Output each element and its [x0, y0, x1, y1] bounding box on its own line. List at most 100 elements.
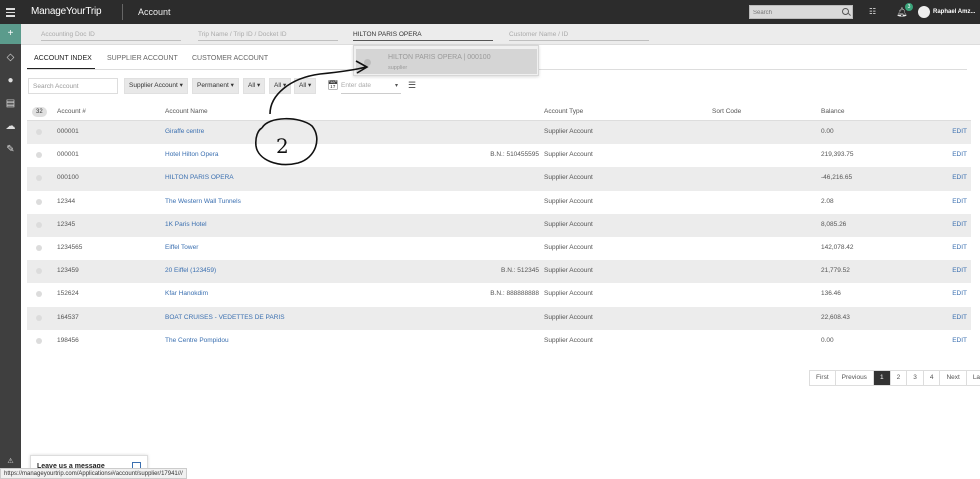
autocomplete-option-title: HILTON PARIS OPERA | 000100: [388, 54, 491, 61]
edit-link[interactable]: EDIT: [952, 290, 967, 297]
accounts-table: 32 Account # Account Name Account Type S…: [27, 104, 971, 353]
page-3[interactable]: 3: [907, 371, 924, 385]
account-name-link[interactable]: 1K Paris Hotel: [165, 221, 207, 228]
columns-icon[interactable]: ☰: [408, 80, 416, 91]
customer-input[interactable]: [509, 29, 649, 40]
edit-link[interactable]: EDIT: [952, 198, 967, 205]
user-name[interactable]: Raphael Amz...: [933, 9, 975, 15]
document-icon[interactable]: ▤: [0, 94, 21, 114]
edit-link[interactable]: EDIT: [952, 128, 967, 135]
tab-supplier-account[interactable]: SUPPLIER ACCOUNT: [107, 50, 178, 70]
account-type: Supplier Account: [544, 336, 593, 344]
filter-dropdown-1[interactable]: All ▾: [243, 78, 266, 94]
edit-link[interactable]: EDIT: [952, 244, 967, 251]
account-name-link[interactable]: BOAT CRUISES - VEDETTES DE PARIS: [165, 314, 285, 321]
table-row[interactable]: 12345 1K Paris Hotel Supplier Account 8,085…: [27, 213, 971, 237]
filter-dropdown-3[interactable]: All ▾: [294, 78, 317, 94]
row-select-radio[interactable]: [36, 129, 42, 135]
account-balance: 22,608.43: [821, 313, 850, 321]
row-select-radio[interactable]: [36, 314, 42, 321]
supplier-input[interactable]: [353, 29, 493, 40]
edit-link[interactable]: EDIT: [952, 174, 967, 181]
table-row[interactable]: 152624 Kfar Hanokdim B.N.: 888888888 Suppli…: [27, 283, 971, 306]
search-icon[interactable]: [842, 8, 849, 15]
edit-link[interactable]: EDIT: [952, 337, 967, 344]
edit-link[interactable]: EDIT: [952, 151, 967, 158]
add-icon[interactable]: +: [0, 24, 21, 44]
account-name-link[interactable]: Giraffe centre: [165, 128, 204, 135]
accounting-doc-input[interactable]: [41, 29, 181, 40]
account-search[interactable]: [28, 78, 118, 94]
tools-icon[interactable]: ✎: [0, 140, 21, 160]
user-icon[interactable]: ●: [0, 71, 21, 91]
supplier-field[interactable]: [353, 29, 493, 41]
row-select-radio[interactable]: [36, 244, 42, 251]
row-select-radio[interactable]: [36, 175, 42, 182]
edit-link[interactable]: EDIT: [952, 314, 967, 321]
customer-field[interactable]: [509, 29, 649, 41]
account-name-link[interactable]: Hotel Hilton Opera: [165, 151, 218, 158]
trip-field[interactable]: [198, 29, 338, 41]
row-select-radio[interactable]: [36, 291, 42, 298]
col-account-no[interactable]: Account #: [57, 108, 86, 115]
global-search-input[interactable]: [753, 7, 839, 18]
table-row[interactable]: 123459 20 Eiffel (123459) B.N.: 512345 Supp…: [27, 260, 971, 284]
page-next[interactable]: Next: [940, 371, 967, 385]
accounting-doc-field[interactable]: [41, 29, 181, 41]
table-row[interactable]: 000001 Hotel Hilton Opera B.N.: 510455595 S…: [27, 144, 971, 167]
status-dropdown[interactable]: Permanent ▾: [192, 78, 239, 94]
menu-icon[interactable]: [6, 8, 15, 19]
col-sort-code[interactable]: Sort Code: [712, 108, 741, 115]
account-name-link[interactable]: HILTON PARIS OPERA: [165, 174, 234, 181]
edit-link[interactable]: EDIT: [952, 221, 967, 228]
account-type: Supplier Account: [544, 128, 593, 135]
count-badge: 32: [32, 107, 47, 117]
tab-customer-account[interactable]: CUSTOMER ACCOUNT: [192, 50, 268, 70]
account-search-input[interactable]: [29, 79, 117, 93]
page-1[interactable]: 1: [873, 371, 891, 385]
global-search[interactable]: [749, 5, 853, 19]
account-type-dropdown[interactable]: Supplier Account ▾: [124, 78, 188, 94]
calendar-icon[interactable]: 📅︎: [327, 80, 338, 91]
row-select-radio[interactable]: [36, 268, 42, 275]
row-select-radio[interactable]: [36, 198, 42, 205]
page-2[interactable]: 2: [891, 371, 908, 385]
table-row[interactable]: 12344 The Western Wall Tunnels Supplier Ac…: [27, 191, 971, 214]
apps-grid-icon[interactable]: ☷: [869, 8, 877, 16]
account-name-link[interactable]: The Western Wall Tunnels: [165, 198, 241, 205]
row-select-radio[interactable]: [36, 337, 42, 344]
col-account-type[interactable]: Account Type: [544, 108, 583, 115]
col-account-name[interactable]: Account Name: [165, 108, 208, 115]
table-row[interactable]: 000100 HILTON PARIS OPERA Supplier Account…: [27, 167, 971, 191]
account-type: Supplier Account: [544, 220, 593, 228]
date-input[interactable]: [341, 78, 389, 92]
avatar[interactable]: [918, 6, 930, 18]
page-first[interactable]: First: [810, 371, 836, 385]
trip-input[interactable]: [198, 29, 338, 40]
edit-link[interactable]: EDIT: [952, 267, 967, 274]
page-previous[interactable]: Previous: [836, 371, 874, 385]
account-name-link[interactable]: Eiffel Tower: [165, 244, 198, 251]
table-row[interactable]: 164537 BOAT CRUISES - VEDETTES DE PARIS Su…: [27, 306, 971, 330]
row-select-radio[interactable]: [36, 221, 42, 228]
account-name-link[interactable]: The Centre Pompidou: [165, 337, 229, 344]
page-4[interactable]: 4: [924, 371, 941, 385]
col-balance[interactable]: Balance: [821, 108, 845, 115]
autocomplete-option[interactable]: HILTON PARIS OPERA | 000100 supplier: [356, 49, 537, 74]
tag-icon[interactable]: ◇: [0, 48, 21, 68]
page-last[interactable]: Last: [967, 371, 980, 385]
filter-dropdown-2[interactable]: All ▾: [269, 78, 292, 94]
table-row[interactable]: 198456 The Centre Pompidou Supplier Accoun…: [27, 330, 971, 353]
account-name-link[interactable]: 20 Eiffel (123459): [165, 267, 216, 274]
tab-account-index[interactable]: ACCOUNT INDEX: [27, 50, 95, 70]
table-row[interactable]: 1234565 Eiffel Tower Supplier Account 142,0…: [27, 237, 971, 260]
chevron-down-icon[interactable]: ▾: [395, 82, 398, 89]
account-type: Supplier Account: [544, 197, 593, 205]
cloud-upload-icon[interactable]: ☁: [0, 117, 21, 137]
date-field[interactable]: ▾: [341, 78, 401, 94]
account-balance: 2.08: [821, 197, 834, 205]
row-select-radio[interactable]: [36, 152, 42, 159]
table-row[interactable]: 000001 Giraffe centre Supplier Account 0.00…: [27, 121, 971, 145]
app-logo[interactable]: ManageYourTrip: [31, 6, 102, 17]
account-name-link[interactable]: Kfar Hanokdim: [165, 290, 208, 297]
